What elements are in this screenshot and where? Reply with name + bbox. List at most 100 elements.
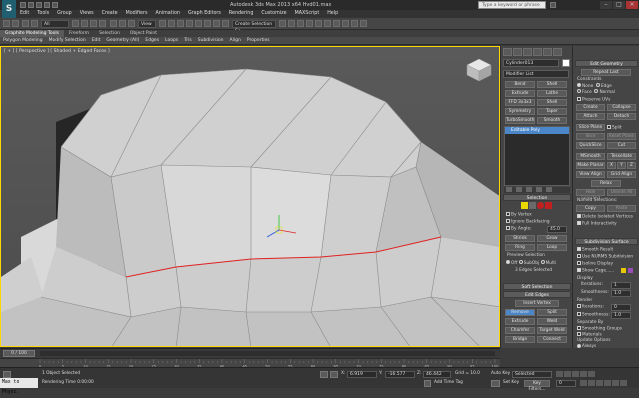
full-interactivity-checkbox[interactable]: Full Interactivity [577,221,617,228]
rotate-icon[interactable] [119,20,126,27]
preview-multi-radio[interactable]: Multi [540,260,556,266]
bridge-button[interactable]: Bridge [505,336,535,343]
update-always-radio[interactable]: Always [577,343,596,348]
tab-object-paint[interactable]: Object Paint [125,30,162,37]
play-icon[interactable] [572,371,579,377]
vertex-level-icon[interactable] [521,202,528,209]
remove-button[interactable]: Remove [505,309,535,316]
edit-geometry-rollout-header[interactable]: Edit Geometry [575,60,638,67]
tab-selection[interactable]: Selection [94,30,125,37]
target-weld-button[interactable]: Target Weld [537,327,567,334]
preview-subobj-radio[interactable]: SubObj [518,260,539,266]
track-bar[interactable]: 0510152025303540455055606570758085909510… [0,358,500,368]
ribbon-edit[interactable]: Edit [89,37,104,45]
mirror-icon[interactable] [279,20,286,27]
ribbon-tris[interactable]: Tris [181,37,195,45]
attach-button[interactable]: Attach [576,113,605,120]
time-tag-icon[interactable] [424,380,431,387]
listener-icon[interactable] [3,371,11,378]
app-logo-icon[interactable]: S [2,0,16,18]
menu-help[interactable]: Help [323,10,342,18]
smooth-result-checkbox[interactable]: Smooth Result [577,247,613,254]
detach-button[interactable]: Detach [607,113,636,120]
open-icon[interactable] [28,2,34,8]
tab-freeform[interactable]: Freeform [64,30,94,37]
set-key-icon[interactable] [491,380,500,387]
tab-graphite-modeling[interactable]: Graphite Modeling Tools [0,30,65,37]
menu-animation[interactable]: Animation [151,10,183,18]
show-cage-checkbox[interactable]: Show Cage...... [577,268,614,275]
keyboard-shortcut-icon[interactable] [177,20,184,27]
relax-button[interactable]: Relax [591,180,621,187]
select-object-icon[interactable] [72,20,79,27]
planar-z-button[interactable]: Z [627,162,636,169]
selected-dropdown[interactable]: Selected [512,371,552,378]
maximize-button[interactable]: □ [613,1,625,9]
menu-customize[interactable]: Customize [257,10,290,18]
modifier-smooth-button[interactable]: Smooth [537,117,567,124]
ribbon-loops[interactable]: Loops [162,37,181,45]
undo-icon[interactable] [3,20,10,27]
pan-icon[interactable] [604,380,611,386]
graphite-toggle-icon[interactable] [306,20,313,27]
preview-off-radio[interactable]: Off [506,260,517,266]
pin-stack-icon[interactable] [506,187,512,192]
modifier-list-dropdown[interactable]: Modifier List [503,70,569,78]
ribbon-align[interactable]: Align [227,37,244,45]
window-crossing-icon[interactable] [99,20,106,27]
reference-coordinate-dropdown[interactable]: View [138,20,156,28]
copy-button[interactable]: Copy [576,205,605,212]
cage-color-swatch-1[interactable] [621,268,626,273]
minimize-button[interactable]: – [600,1,612,9]
edge-level-icon[interactable] [529,202,536,209]
subdivision-surface-rollout-header[interactable]: Subdivision Surface [575,238,638,245]
modifier-symmetry-button[interactable]: Symmetry [505,108,535,115]
z-coordinate-field[interactable]: 46.442 [423,371,451,378]
x-coordinate-field[interactable]: 6.919 [347,371,377,378]
modifier-lathe-button[interactable]: Lathe [537,90,567,97]
constraint-face-radio[interactable]: Face [577,89,592,95]
create-button[interactable]: Create [576,104,605,111]
cage-color-swatch-2[interactable] [628,268,633,273]
display-tab-icon[interactable] [543,48,552,56]
connect-button[interactable]: Connect [537,336,567,343]
ribbon-edges[interactable]: Edges [142,37,162,45]
add-time-tag-button[interactable]: Add Time Tag [434,380,463,386]
previous-frame-icon[interactable] [564,371,571,377]
create-tab-icon[interactable] [503,48,512,56]
maximize-viewport-icon[interactable] [620,380,627,386]
spinner-snap-icon[interactable] [213,20,220,27]
delete-isolated-checkbox[interactable]: Delete Isolated Vertices [577,214,633,221]
viewport-label[interactable]: [ + ] [ Perspective ] [ Shaded + Edged F… [4,49,110,54]
absolute-mode-icon[interactable] [330,371,338,378]
close-button[interactable]: × [626,1,638,9]
modifier-taper-button[interactable]: Taper [537,108,567,115]
edit-named-selection-icon[interactable] [222,20,229,27]
render-smoothness-spinner[interactable]: 1.0 [611,312,631,319]
align-icon[interactable] [288,20,295,27]
key-filters-button[interactable]: Key Filters... [524,380,550,392]
ribbon-properties[interactable]: Properties [244,37,273,45]
menu-create[interactable]: Create [98,10,122,18]
time-slider[interactable]: 0 / 100 [0,348,500,358]
isoline-display-checkbox[interactable]: Isoline Display [577,261,613,268]
use-nurms-checkbox[interactable]: Use NURMS Subdivision [577,254,633,261]
render-iterations-spinner[interactable]: 0 [611,304,631,311]
insert-vertex-button[interactable]: Insert Vertex [515,300,559,307]
stack-item-editable-poly[interactable]: Editable Poly [505,127,569,134]
chamfer-button[interactable]: Chamfer [505,327,535,334]
material-editor-icon[interactable] [333,20,340,27]
reset-plane-button[interactable]: Reset Plane [607,133,636,140]
show-end-result-icon[interactable] [516,187,522,192]
cut-button[interactable]: Cut [607,142,636,149]
auto-key-label[interactable]: Auto Key [491,371,510,377]
lock-selection-icon[interactable] [320,371,328,378]
ring-button[interactable]: Ring [505,244,535,251]
maxscript-listener-input[interactable]: Max to Physc. [0,378,38,395]
planar-y-button[interactable]: Y [617,162,626,169]
layer-manager-icon[interactable] [297,20,304,27]
repeat-last-button[interactable]: Repeat Last [581,69,631,76]
modifier-ffd-button[interactable]: FFD 3x3x3 [505,99,535,106]
modifier-turbosmooth-button[interactable]: TurboSmooth [505,117,535,124]
split-checkbox[interactable]: Split [607,125,622,132]
